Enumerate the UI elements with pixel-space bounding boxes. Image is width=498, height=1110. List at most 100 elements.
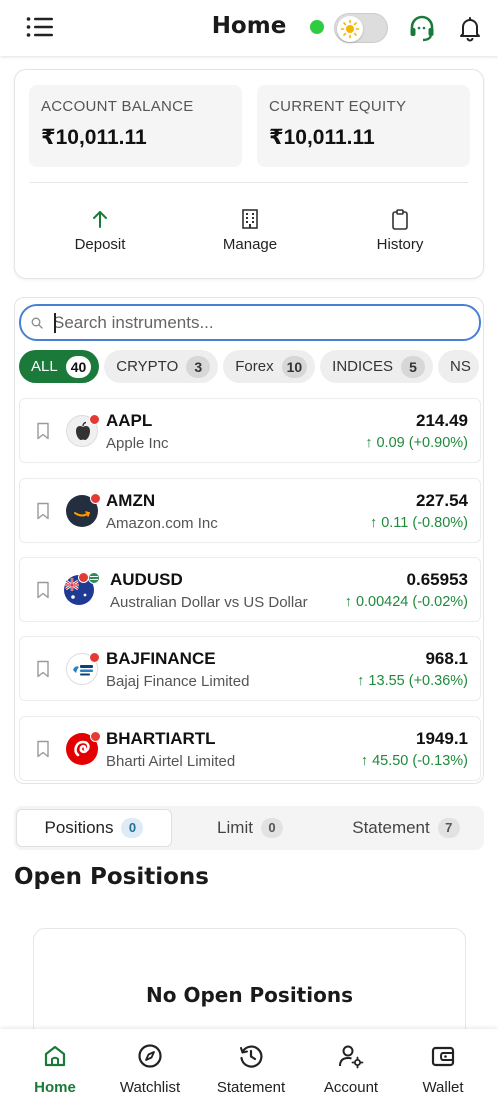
filter-chip-crypto[interactable]: CRYPTO 3 (104, 350, 219, 383)
chip-count: 5 (401, 355, 426, 378)
instrument-symbol: BAJFINANCE (106, 649, 216, 668)
nav-label: Statement (216, 1079, 286, 1096)
filter-chip-indices[interactable]: INDICES 5 (320, 350, 434, 383)
home-icon (44, 1045, 66, 1067)
chip-label: Forex (235, 358, 274, 375)
deposit-label: Deposit (74, 236, 126, 253)
bookmark-icon[interactable] (36, 502, 50, 520)
user-settings-icon (339, 1045, 364, 1069)
instrument-row-amzn[interactable]: AMZN Amazon.com Inc 227.54 ↑ 0.11 (-0.80… (19, 478, 481, 543)
instrument-price: 1949.1 (416, 729, 468, 748)
current-equity-label: CURRENT EQUITY (269, 98, 407, 115)
instrument-symbol: AAPL (106, 411, 153, 430)
market-status-badge (90, 493, 101, 504)
text-caret (54, 313, 56, 333)
nav-label: Watchlist (119, 1079, 181, 1096)
nav-home[interactable]: Home (5, 1043, 105, 1096)
notification-bell-icon[interactable] (456, 14, 484, 42)
instrument-name: Australian Dollar vs US Dollar (110, 594, 308, 611)
account-summary-card: ACCOUNT BALANCE ₹10,011.11 CURRENT EQUIT… (14, 69, 484, 279)
tab-label: Statement (352, 818, 430, 837)
chip-label: CRYPTO (116, 358, 179, 375)
app-header: Home (0, 0, 498, 56)
chip-label: INDICES (332, 358, 394, 375)
instrument-change: ↑ 13.55 (+0.36%) (357, 673, 468, 689)
instrument-symbol: BHARTIARTL (106, 729, 216, 748)
building-icon (242, 209, 258, 229)
manage-label: Manage (222, 236, 278, 253)
market-status-badge (78, 572, 89, 583)
menu-icon[interactable] (26, 16, 54, 38)
tab-positions[interactable]: Positions 0 (16, 809, 172, 847)
tab-statement[interactable]: Statement 7 (328, 809, 484, 847)
filter-chip-forex[interactable]: Forex 10 (223, 350, 316, 383)
tab-count: 0 (260, 818, 283, 838)
online-status-dot (310, 20, 324, 34)
instrument-price: 214.49 (416, 411, 468, 430)
instrument-row-bajfinance[interactable]: BAJFINANCE Bajaj Finance Limited 968.1 ↑… (19, 636, 481, 701)
au-us-flag-logo (64, 572, 100, 605)
sun-icon (340, 19, 360, 39)
tab-count: 7 (437, 818, 460, 838)
search-input[interactable] (53, 312, 463, 334)
open-positions-heading: Open Positions (14, 864, 209, 890)
bookmark-icon[interactable] (36, 422, 50, 440)
instrument-symbol: AMZN (106, 491, 156, 510)
filter-chip-all[interactable]: ALL 40 (19, 350, 100, 383)
account-balance-box: ACCOUNT BALANCE ₹10,011.11 (29, 85, 242, 167)
instrument-name: Apple Inc (106, 435, 169, 452)
clipboard-icon (392, 209, 408, 230)
bookmark-icon[interactable] (36, 660, 50, 678)
instrument-price: 968.1 (425, 649, 468, 668)
manage-button[interactable]: Manage (185, 208, 315, 253)
nav-statement[interactable]: Statement (201, 1043, 301, 1096)
card-divider (30, 182, 468, 183)
chip-count: 40 (65, 355, 92, 378)
nav-watchlist[interactable]: Watchlist (100, 1043, 200, 1096)
market-status-badge (89, 414, 100, 425)
instruments-card: ALL 40 CRYPTO 3 Forex 10 INDICES 5 NS AA… (14, 297, 484, 784)
chip-count: 3 (186, 355, 211, 378)
arrow-up-icon (93, 211, 107, 228)
history-button[interactable]: History (335, 208, 465, 253)
bottom-navigation: Home Watchlist Statement Account Wallet (0, 1029, 498, 1110)
account-balance-label: ACCOUNT BALANCE (41, 98, 194, 115)
instrument-change: ↑ 0.11 (-0.80%) (369, 515, 468, 531)
tab-limit[interactable]: Limit 0 (172, 809, 328, 847)
instrument-name: Bajaj Finance Limited (106, 673, 250, 690)
compass-icon (138, 1044, 162, 1068)
filter-chips: ALL 40 CRYPTO 3 Forex 10 INDICES 5 NS (19, 350, 481, 384)
deposit-button[interactable]: Deposit (35, 208, 165, 253)
airtel-logo (66, 731, 101, 765)
instrument-change: ↑ 45.50 (-0.13%) (360, 753, 468, 769)
chip-label: NS (450, 358, 471, 375)
instrument-change: ↑ 0.00424 (-0.02%) (344, 594, 468, 610)
support-headset-icon[interactable] (408, 14, 436, 42)
instrument-change: ↑ 0.09 (+0.90%) (365, 435, 468, 451)
chip-label: ALL (31, 358, 58, 375)
theme-toggle[interactable] (334, 13, 388, 43)
amazon-logo (66, 493, 101, 527)
history-clock-icon (240, 1045, 263, 1068)
wallet-icon (431, 1046, 455, 1067)
current-equity-value: ₹10,011.11 (269, 126, 375, 149)
apple-logo (66, 414, 100, 447)
filter-chip-ns[interactable]: NS (438, 350, 479, 383)
market-status-badge (90, 731, 101, 742)
instrument-row-audusd[interactable]: AUDUSD Australian Dollar vs US Dollar 0.… (19, 557, 481, 622)
tab-count: 0 (121, 818, 144, 838)
nav-account[interactable]: Account (301, 1043, 401, 1096)
instrument-row-aapl[interactable]: AAPL Apple Inc 214.49 ↑ 0.09 (+0.90%) (19, 398, 481, 463)
bookmark-icon[interactable] (36, 740, 50, 758)
bookmark-icon[interactable] (36, 581, 50, 599)
nav-label: Home (34, 1079, 76, 1096)
instrument-symbol: AUDUSD (110, 570, 183, 589)
bajaj-finance-logo (66, 652, 100, 685)
search-box[interactable] (19, 304, 481, 341)
empty-positions-message: No Open Positions (146, 983, 353, 1007)
history-label: History (376, 236, 424, 253)
nav-wallet[interactable]: Wallet (393, 1043, 493, 1096)
tab-label: Limit (217, 818, 253, 837)
instrument-row-bhartiartl[interactable]: BHARTIARTL Bharti Airtel Limited 1949.1 … (19, 716, 481, 781)
instrument-price: 0.65953 (406, 570, 468, 589)
